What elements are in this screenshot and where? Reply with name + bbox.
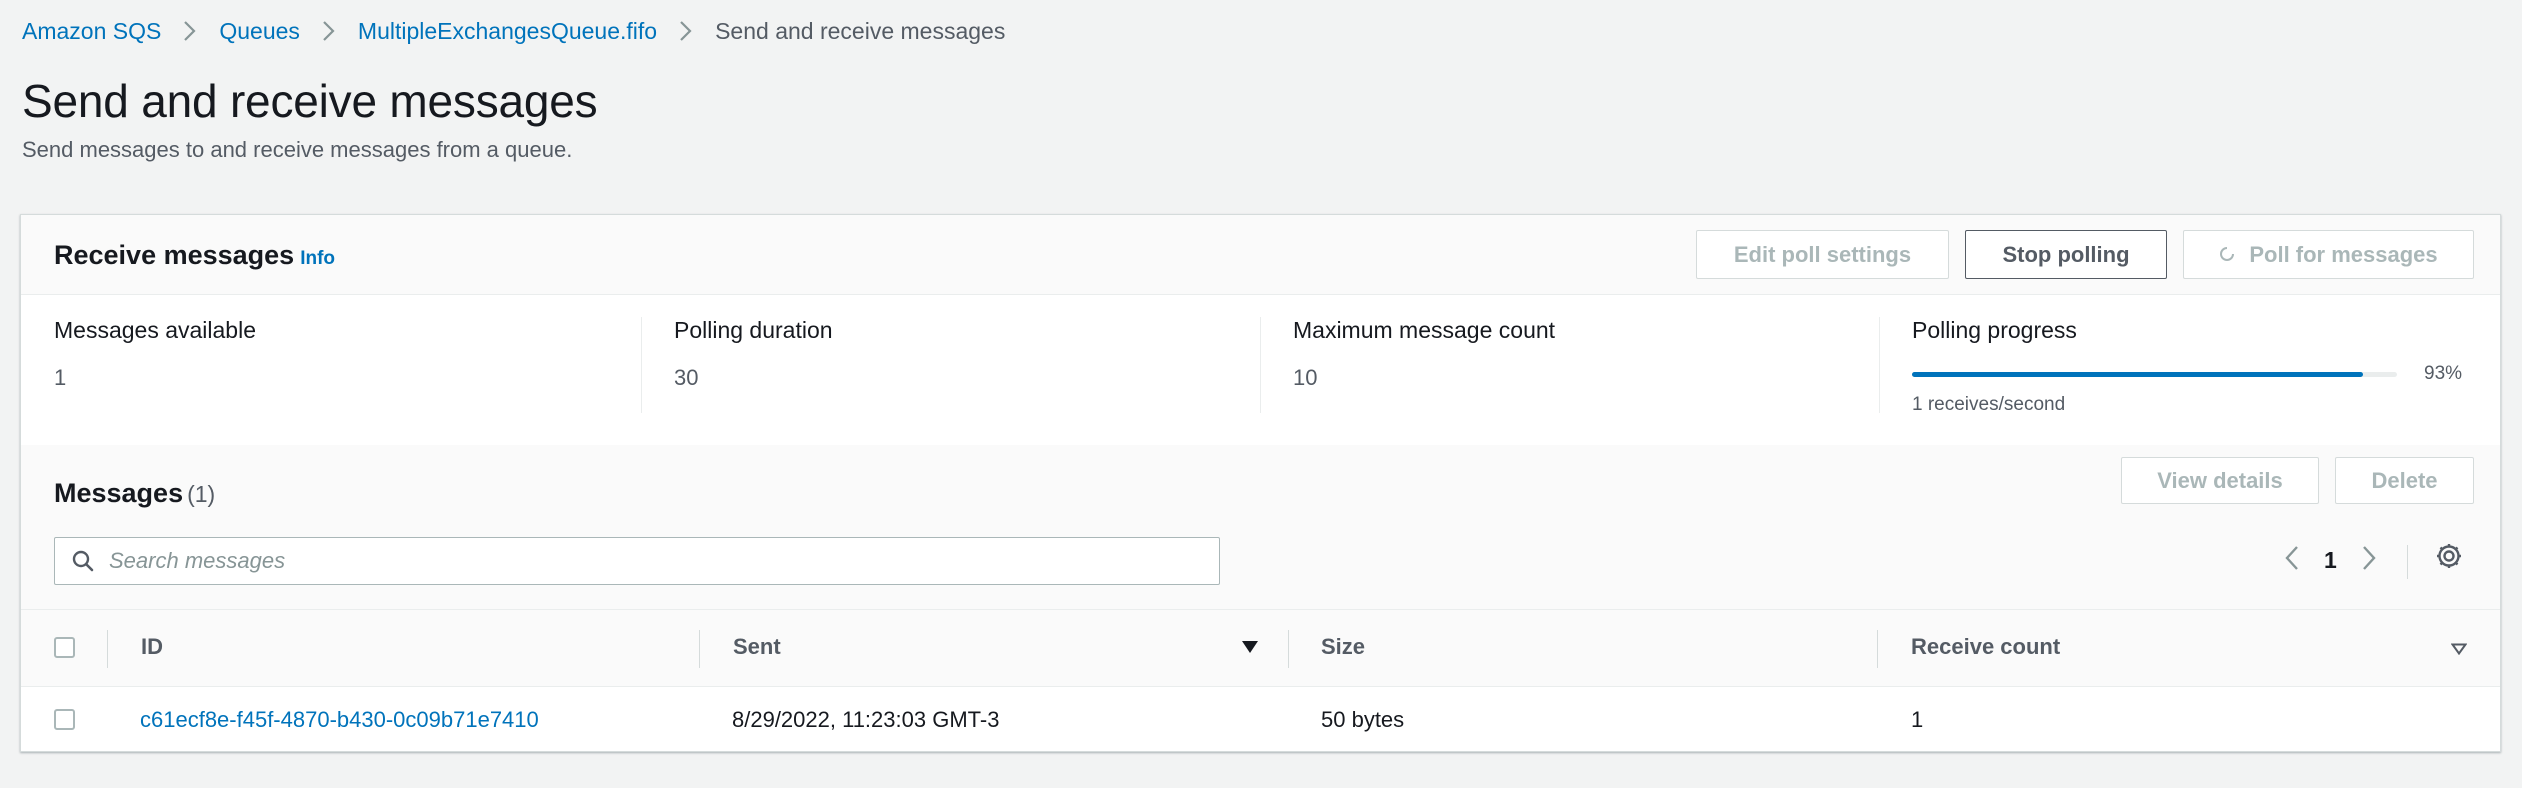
messages-available-label: Messages available [54,317,257,343]
view-details-button[interactable]: View details [2121,457,2319,504]
row-checkbox[interactable] [54,709,75,730]
search-messages-input[interactable] [109,548,1189,574]
polling-progress-label: Polling progress [1912,317,2077,343]
divider [1877,630,1878,668]
spinner-icon [2219,242,2235,268]
caret-down-icon[interactable] [2450,642,2468,660]
chevron-right-icon [300,20,358,42]
messages-available-value: 1 [54,365,67,390]
max-message-count-label: Maximum message count [1293,317,1556,343]
polling-duration-label: Polling duration [674,317,833,343]
breadcrumb-amazon-sqs[interactable]: Amazon SQS [22,18,161,45]
delete-button[interactable]: Delete [2335,457,2474,504]
polling-progress-bar [1912,372,2397,377]
receive-messages-title: Receive messages [54,240,295,270]
divider [2407,545,2408,579]
divider [699,630,700,668]
divider [641,317,642,413]
column-id[interactable]: ID [141,634,163,660]
receive-messages-heading: Receive messages Info [54,240,335,271]
stop-polling-button[interactable]: Stop polling [1965,230,2167,279]
edit-poll-settings-button[interactable]: Edit poll settings [1696,230,1949,279]
caret-down-icon[interactable] [1241,640,1259,659]
stat-polling-progress: Polling progress 93% 1 receives/second [1912,317,2482,417]
message-id-link[interactable]: c61ecf8e-f45f-4870-b430-0c09b71e7410 [140,707,539,733]
search-icon [71,549,95,573]
polling-stats: Messages available 1 Polling duration 30… [21,295,2500,445]
poll-for-messages-label: Poll for messages [2249,241,2438,267]
receive-messages-header: Receive messages Info Edit poll settings … [21,215,2500,295]
polling-duration-value: 30 [674,365,699,390]
search-messages-field[interactable] [54,537,1220,585]
divider [1260,317,1261,413]
messages-section: Messages(1) View details Delete 1 [21,445,2500,609]
divider [1879,317,1880,413]
pagination: 1 [2284,545,2377,576]
breadcrumb-current: Send and receive messages [715,17,1006,44]
page-description: Send messages to and receive messages fr… [22,137,573,162]
poll-for-messages-button[interactable]: Poll for messages [2183,230,2474,279]
message-receive-count: 1 [1911,707,1924,732]
chevron-right-icon [161,20,219,42]
messages-title: Messages [54,478,184,508]
message-size: 50 bytes [1321,707,1405,732]
select-all-checkbox[interactable] [54,637,75,658]
breadcrumb: Amazon SQS Queues MultipleExchangesQueue… [22,16,1005,46]
divider [107,630,108,668]
column-receive-count[interactable]: Receive count [1911,634,2060,660]
max-message-count-value: 10 [1293,365,1318,390]
table-row: c61ecf8e-f45f-4870-b430-0c09b71e7410 8/2… [21,687,2500,753]
info-link[interactable]: Info [300,248,335,269]
gear-icon[interactable] [2434,541,2464,576]
breadcrumb-queues[interactable]: Queues [219,18,300,45]
divider [1288,630,1289,668]
receive-messages-panel: Receive messages Info Edit poll settings … [20,214,2501,752]
polling-progress-percent: 93% [2424,363,2463,384]
chevron-left-icon[interactable] [2284,545,2300,576]
messages-heading: Messages (1) [54,478,215,509]
breadcrumb-queue-name[interactable]: MultipleExchangesQueue.fifo [358,18,657,45]
polling-rate: 1 receives/second [1912,394,2066,415]
messages-count: (1) [187,481,216,507]
message-sent: 8/29/2022, 11:23:03 GMT-3 [732,707,1000,732]
chevron-right-icon[interactable] [2361,545,2377,576]
page-number[interactable]: 1 [2324,547,2337,574]
chevron-right-icon [657,20,715,42]
column-sent[interactable]: Sent [733,634,781,660]
messages-table-header: ID Sent Size Receive count [21,609,2500,687]
column-size[interactable]: Size [1321,634,1365,660]
polling-progress-fill [1912,372,2364,377]
page-title: Send and receive messages [22,75,598,127]
